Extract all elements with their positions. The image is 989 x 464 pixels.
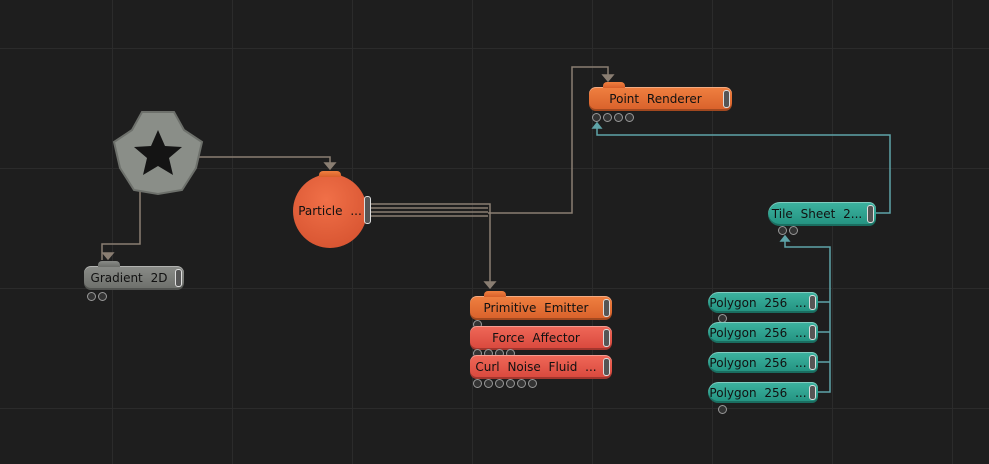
- socket[interactable]: [506, 379, 515, 388]
- particle-node[interactable]: Particle ...: [293, 171, 371, 248]
- primitive-emitter-node[interactable]: Primitive Emitter: [470, 291, 612, 329]
- socket[interactable]: [614, 113, 623, 122]
- socket[interactable]: [592, 113, 601, 122]
- wire-tilesheet-renderer: [596, 124, 891, 214]
- output-handle[interactable]: [809, 355, 816, 370]
- socket[interactable]: [484, 379, 493, 388]
- node-label: Primitive Emitter: [483, 301, 589, 315]
- socket[interactable]: [778, 226, 787, 235]
- wire-root-gradient: [101, 190, 141, 260]
- output-handle[interactable]: [723, 90, 730, 108]
- connections: [101, 66, 891, 393]
- node-label: Polygon 256 ...: [709, 355, 807, 370]
- node-label: Tile Sheet 2...: [771, 207, 863, 221]
- input-tab: [603, 82, 625, 88]
- output-handle[interactable]: [603, 329, 610, 347]
- node-label: Polygon 256 ...: [709, 295, 807, 310]
- polygon-node[interactable]: Polygon 256 ...: [708, 352, 818, 373]
- star-gear-icon: [112, 111, 204, 196]
- input-tab: [98, 261, 120, 267]
- output-handle[interactable]: [603, 299, 610, 317]
- socket[interactable]: [603, 113, 612, 122]
- curl-noise-fluid-node[interactable]: Curl Noise Fluid ...: [470, 355, 612, 388]
- node-label: Polygon 256 ...: [709, 385, 807, 400]
- point-renderer-node[interactable]: Point Renderer: [589, 82, 732, 122]
- node-label: Force Affector: [492, 331, 580, 345]
- polygon-node[interactable]: Polygon 256 ...: [708, 382, 818, 414]
- node-label: Polygon 256 ...: [709, 325, 807, 340]
- tile-sheet-node[interactable]: Tile Sheet 2...: [768, 202, 876, 235]
- output-handle[interactable]: [809, 295, 816, 310]
- socket[interactable]: [718, 405, 727, 414]
- node-label: Particle ...: [298, 204, 362, 218]
- socket[interactable]: [789, 226, 798, 235]
- socket[interactable]: [98, 292, 107, 301]
- root-node[interactable]: [112, 110, 204, 196]
- socket[interactable]: [517, 379, 526, 388]
- arrow-icon: [591, 121, 791, 242]
- force-affector-node[interactable]: Force Affector: [470, 326, 612, 358]
- socket[interactable]: [87, 292, 96, 301]
- output-handle[interactable]: [809, 385, 816, 400]
- polygon-node[interactable]: Polygon 256 ...: [708, 292, 818, 323]
- output-handle[interactable]: [603, 358, 610, 376]
- input-tab: [319, 171, 341, 177]
- node-label: Curl Noise Fluid ...: [475, 360, 597, 374]
- socket[interactable]: [528, 379, 537, 388]
- input-tab: [484, 291, 506, 297]
- socket[interactable]: [495, 379, 504, 388]
- output-handle[interactable]: [364, 196, 371, 224]
- socket[interactable]: [625, 113, 634, 122]
- socket[interactable]: [473, 379, 482, 388]
- node-label: Point Renderer: [609, 92, 702, 106]
- wire-particle-renderer: [370, 66, 609, 217]
- node-label: Gradient 2D: [90, 271, 168, 285]
- output-handle[interactable]: [809, 325, 816, 340]
- wire-root-particle: [195, 156, 331, 168]
- output-handle[interactable]: [175, 269, 182, 287]
- gradient-2d-node[interactable]: Gradient 2D: [84, 261, 184, 301]
- output-handle[interactable]: [867, 205, 874, 223]
- polygon-node[interactable]: Polygon 256 ...: [708, 322, 818, 343]
